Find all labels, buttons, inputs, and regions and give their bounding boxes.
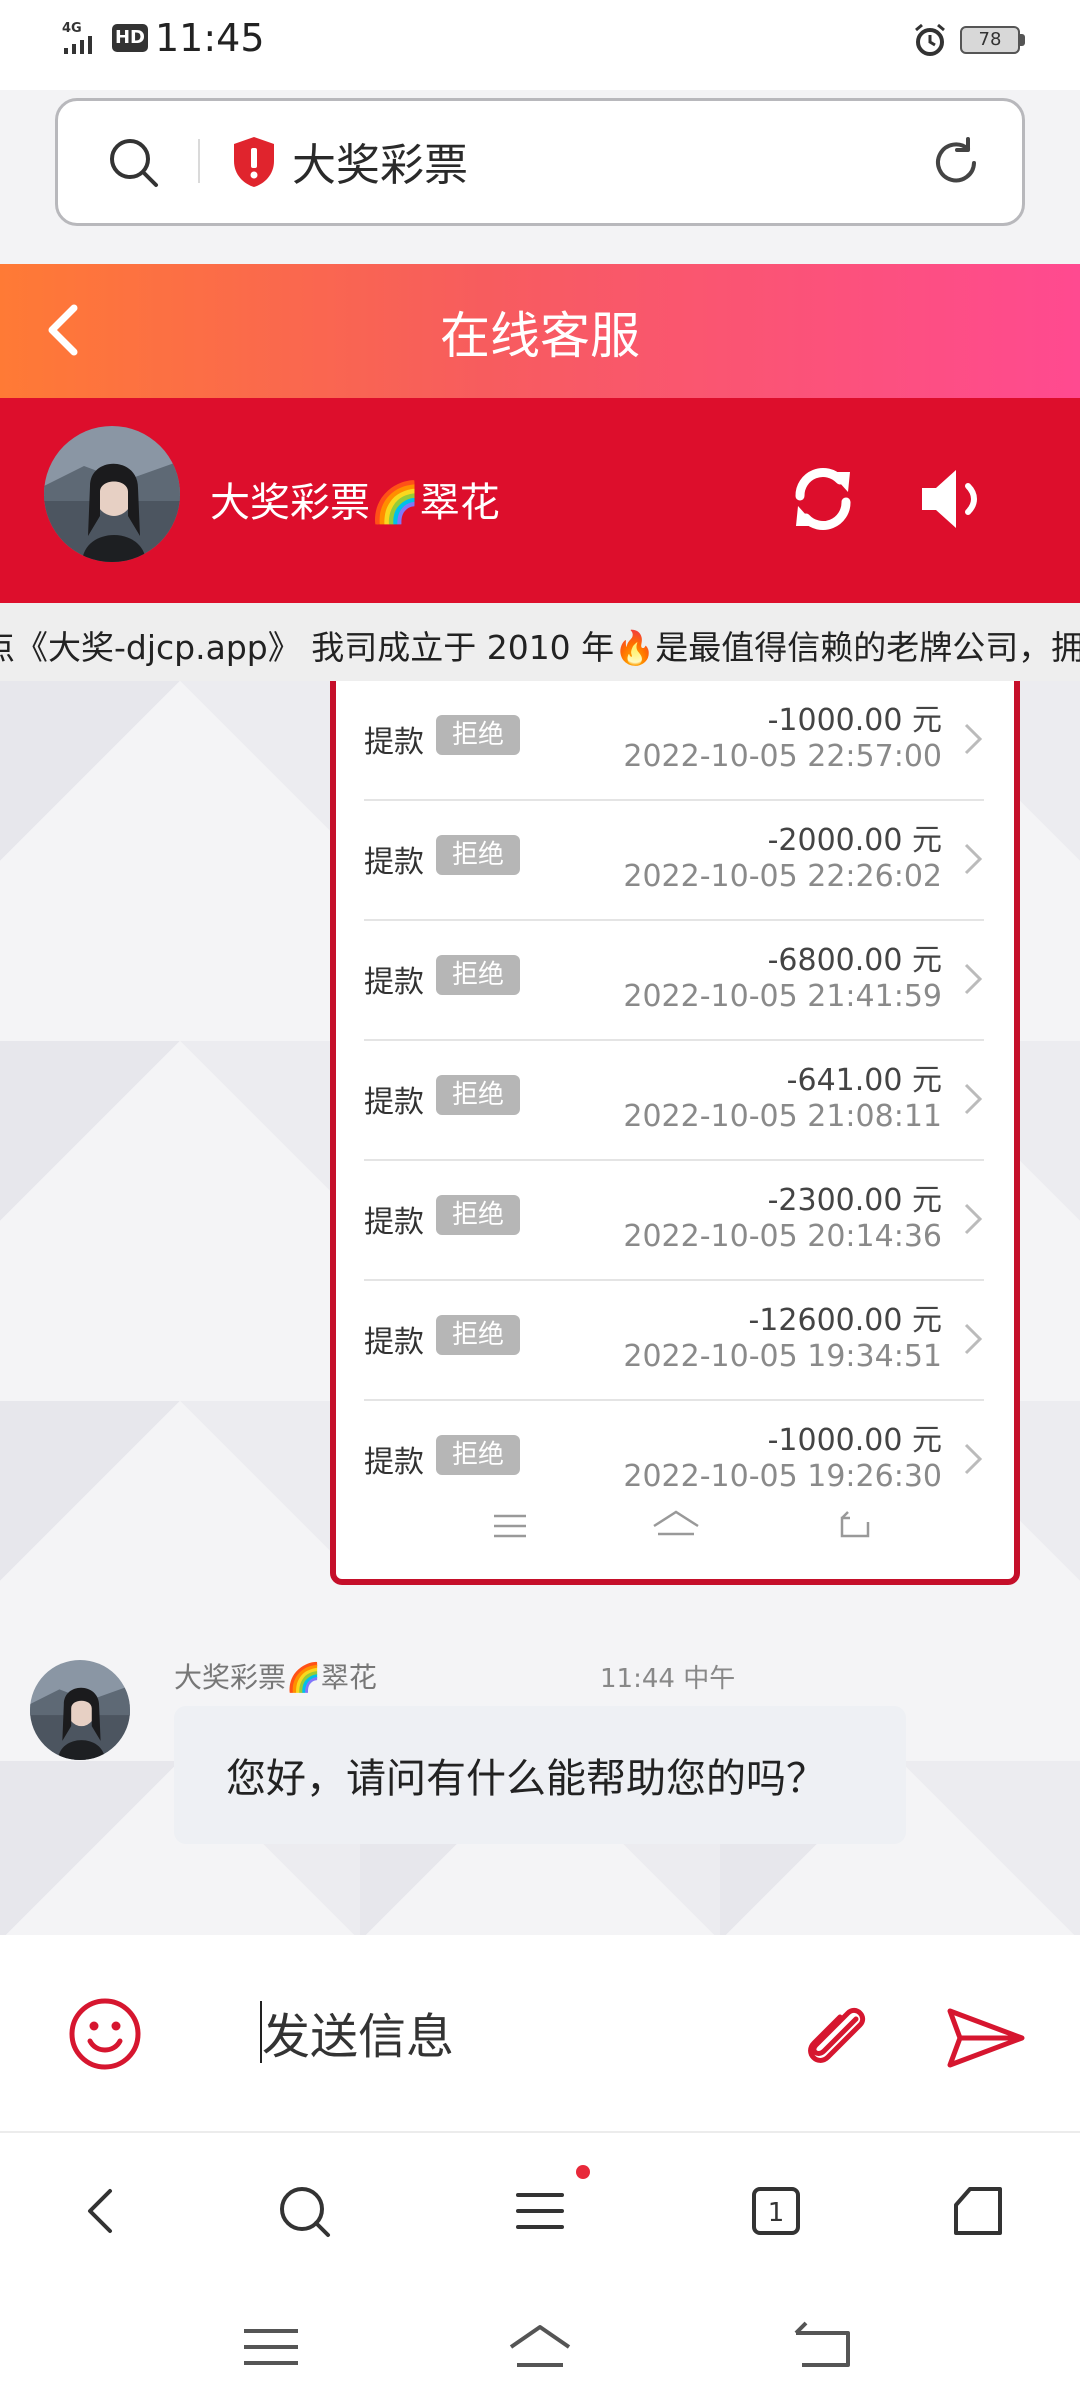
record-type: 提款 bbox=[364, 1205, 424, 1240]
record-row: 提款 拒绝 -2300.00 元 2022-10-05 20:14:36 bbox=[364, 1161, 984, 1281]
divider bbox=[198, 139, 200, 183]
hd-badge: HD bbox=[112, 24, 148, 52]
security-warning-icon[interactable] bbox=[230, 135, 278, 189]
emoji-icon[interactable] bbox=[68, 1997, 142, 2071]
record-date: 2022-10-05 22:26:02 bbox=[623, 859, 942, 894]
message-avatar[interactable] bbox=[30, 1660, 130, 1760]
record-amount: -2000.00 元 bbox=[767, 823, 942, 858]
message-time: 11:44 中午 bbox=[600, 1664, 736, 1694]
message-bubble[interactable]: 您好，请问有什么能帮助您的吗？ bbox=[174, 1706, 906, 1844]
status-badge: 拒绝 bbox=[436, 715, 520, 755]
network-label: 4G bbox=[62, 21, 82, 36]
chevron-right-icon bbox=[964, 1443, 983, 1475]
record-type: 提款 bbox=[364, 1085, 424, 1120]
announcement-marquee: 点《大奖-djcp.app》 我司成立于 2010 年🔥是最值得信赖的老牌公司，… bbox=[0, 603, 1080, 681]
status-badge: 拒绝 bbox=[436, 1435, 520, 1475]
send-icon[interactable] bbox=[946, 2005, 1026, 2071]
status-badge: 拒绝 bbox=[436, 1315, 520, 1355]
page-title[interactable]: 大奖彩票 bbox=[292, 129, 468, 193]
record-date: 2022-10-05 21:41:59 bbox=[623, 979, 942, 1014]
record-row: 提款 拒绝 -641.00 元 2022-10-05 21:08:11 bbox=[364, 1041, 984, 1161]
record-amount: -2300.00 元 bbox=[767, 1183, 942, 1218]
record-row: 提款 拒绝 -2000.00 元 2022-10-05 22:26:02 bbox=[364, 801, 984, 921]
search-icon[interactable] bbox=[106, 135, 160, 189]
record-date: 2022-10-05 21:08:11 bbox=[623, 1099, 942, 1134]
record-date: 2022-10-05 20:14:36 bbox=[623, 1219, 942, 1254]
record-row: 提款 拒绝 -12600.00 元 2022-10-05 19:34:51 bbox=[364, 1281, 984, 1401]
chevron-right-icon bbox=[964, 1083, 983, 1115]
agent-avatar bbox=[44, 426, 180, 562]
paperclip-icon[interactable] bbox=[800, 1999, 874, 2075]
chevron-right-icon bbox=[964, 1203, 983, 1235]
withdrawal-record-list: 提款 拒绝 -1000.00 元 2022-10-05 22:57:00 提款 … bbox=[336, 681, 1014, 1489]
record-type: 提款 bbox=[364, 1325, 424, 1360]
shared-screenshot-card[interactable]: 提款 拒绝 -1000.00 元 2022-10-05 22:57:00 提款 … bbox=[330, 681, 1020, 1585]
screenshot-nav-bar bbox=[494, 1510, 870, 1538]
record-amount: -6800.00 元 bbox=[767, 943, 942, 978]
status-badge: 拒绝 bbox=[436, 835, 520, 875]
record-row: 提款 拒绝 -1000.00 元 2022-10-05 22:57:00 bbox=[364, 681, 984, 801]
back-icon[interactable] bbox=[790, 2319, 860, 2375]
status-bar: 4G HD 11:45 78 bbox=[0, 0, 1080, 90]
address-bar[interactable]: 大奖彩票 bbox=[55, 98, 1025, 226]
reload-icon[interactable] bbox=[928, 135, 984, 191]
chevron-right-icon bbox=[964, 723, 983, 755]
record-row: 提款 拒绝 -1000.00 元 2022-10-05 19:26:30 bbox=[364, 1401, 984, 1489]
record-amount: -1000.00 元 bbox=[767, 703, 942, 738]
chevron-right-icon bbox=[964, 843, 983, 875]
speaker-icon[interactable] bbox=[918, 464, 988, 534]
home-icon[interactable] bbox=[946, 2179, 1010, 2243]
status-badge: 拒绝 bbox=[436, 955, 520, 995]
record-type: 提款 bbox=[364, 1445, 424, 1480]
notification-dot bbox=[576, 2165, 590, 2179]
message-sender: 大奖彩票🌈翠花 bbox=[174, 1661, 377, 1694]
record-row: 提款 拒绝 -6800.00 元 2022-10-05 21:41:59 bbox=[364, 921, 984, 1041]
message-text: 您好，请问有什么能帮助您的吗？ bbox=[226, 1756, 826, 1802]
clock: 11:45 bbox=[155, 16, 265, 60]
record-type: 提款 bbox=[364, 965, 424, 1000]
battery-icon: 78 bbox=[960, 26, 1020, 54]
battery-tip bbox=[1020, 34, 1025, 46]
tabs-icon[interactable]: 1 bbox=[744, 2179, 808, 2243]
message-input[interactable]: 发送信息 bbox=[262, 1997, 454, 2067]
record-type: 提款 bbox=[364, 845, 424, 880]
record-date: 2022-10-05 22:57:00 bbox=[623, 739, 942, 774]
chevron-right-icon bbox=[964, 1323, 983, 1355]
back-icon[interactable] bbox=[70, 2179, 134, 2243]
record-date: 2022-10-05 19:34:51 bbox=[623, 1339, 942, 1374]
record-amount: -641.00 元 bbox=[786, 1063, 942, 1098]
alarm-icon bbox=[912, 22, 948, 58]
menu-icon bbox=[494, 1514, 526, 1538]
refresh-icon[interactable] bbox=[790, 464, 856, 534]
record-type: 提款 bbox=[364, 725, 424, 760]
signal-icon: 4G bbox=[62, 18, 102, 58]
status-badge: 拒绝 bbox=[436, 1075, 520, 1115]
header-title: 在线客服 bbox=[440, 307, 640, 365]
browser-toolbar: 1 bbox=[0, 2133, 1080, 2283]
recent-apps-icon[interactable] bbox=[236, 2319, 306, 2375]
back-icon bbox=[840, 1511, 870, 1538]
chevron-right-icon bbox=[964, 963, 983, 995]
page-header: 在线客服 bbox=[0, 264, 1080, 398]
search-icon[interactable] bbox=[272, 2179, 336, 2243]
record-amount: -12600.00 元 bbox=[748, 1303, 942, 1338]
tab-count: 1 bbox=[768, 2198, 785, 2228]
status-badge: 拒绝 bbox=[436, 1195, 520, 1235]
system-nav-bar bbox=[0, 2283, 1080, 2408]
announcement-text: 点《大奖-djcp.app》 我司成立于 2010 年🔥是最值得信赖的老牌公司，… bbox=[0, 628, 1080, 667]
record-date: 2022-10-05 19:26:30 bbox=[623, 1459, 942, 1489]
record-amount: -1000.00 元 bbox=[767, 1423, 942, 1458]
menu-icon[interactable] bbox=[508, 2179, 572, 2243]
agent-bar: 大奖彩票🌈翠花 bbox=[0, 398, 1080, 603]
battery-level: 78 bbox=[978, 29, 1002, 50]
home-icon bbox=[653, 1510, 699, 1536]
home-icon[interactable] bbox=[505, 2319, 575, 2375]
agent-name: 大奖彩票🌈翠花 bbox=[210, 480, 500, 526]
chat-input-bar: 发送信息 bbox=[0, 1935, 1080, 2133]
